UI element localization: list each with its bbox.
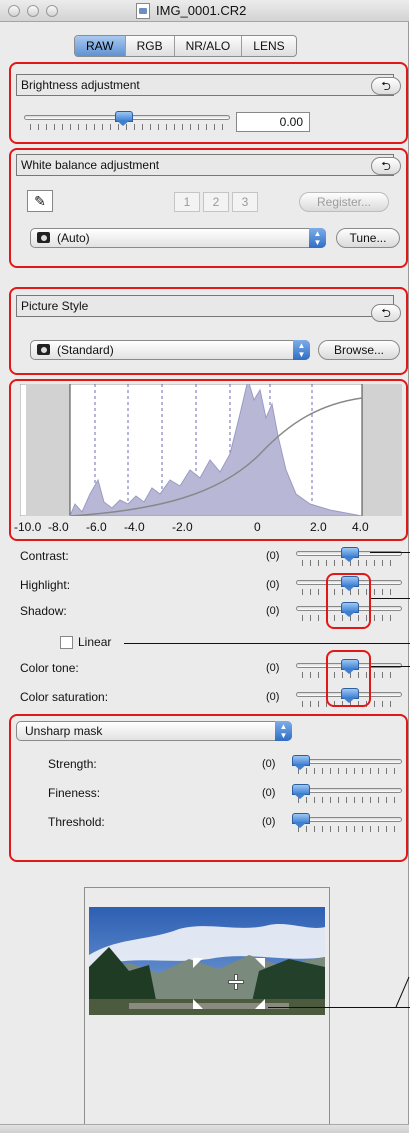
brightness-slider-thumb[interactable] bbox=[115, 111, 134, 127]
sharpness-slider-ticks bbox=[298, 768, 396, 774]
minimize-window-icon[interactable] bbox=[27, 5, 39, 17]
linear-label: Linear bbox=[78, 635, 112, 649]
x-tick-label: -6.0 bbox=[86, 520, 107, 534]
picture-style-select-value: (Standard) bbox=[57, 343, 114, 357]
sharpness-mode-select[interactable]: Unsharp mask ▲ ▼ bbox=[16, 721, 292, 741]
x-tick-label: 2.0 bbox=[310, 520, 327, 534]
sharpness-value: (0) bbox=[262, 787, 276, 799]
adjustment-label: Shadow: bbox=[20, 604, 67, 618]
callout-line bbox=[268, 1007, 410, 1008]
tab-lens[interactable]: LENS bbox=[242, 36, 295, 56]
picture-style-header: Picture Style bbox=[16, 295, 394, 317]
adjustment-value: (0) bbox=[266, 662, 280, 674]
adjustment-label: Color saturation: bbox=[20, 690, 109, 704]
color-thumbs-highlight-box bbox=[326, 650, 371, 707]
sharpness-slider-thumb[interactable] bbox=[292, 755, 310, 771]
crop-corner-icon[interactable] bbox=[193, 999, 203, 1009]
adjustment-label: Color tone: bbox=[20, 661, 79, 675]
bottom-bar bbox=[0, 1124, 409, 1133]
wb-preset-1-button[interactable]: 1 bbox=[174, 192, 200, 212]
white-balance-select-value: (Auto) bbox=[57, 231, 90, 245]
sharpness-label: Fineness: bbox=[48, 786, 101, 800]
adjustment-value: (0) bbox=[266, 691, 280, 703]
adjustment-value: (0) bbox=[266, 605, 280, 617]
eyedropper-icon[interactable]: ✎ bbox=[27, 190, 53, 212]
callout-line bbox=[370, 552, 410, 553]
brightness-header: Brightness adjustment bbox=[16, 74, 394, 96]
sharpness-mode-value: Unsharp mask bbox=[25, 724, 103, 738]
x-tick-label: 4.0 bbox=[352, 520, 369, 534]
callout-line bbox=[370, 598, 410, 599]
x-tick-label: -10.0 bbox=[14, 520, 42, 534]
x-tick-label: -4.0 bbox=[124, 520, 145, 534]
sharpness-slider-ticks bbox=[298, 797, 396, 803]
window-title: IMG_0001.CR2 bbox=[156, 3, 247, 18]
sharpness-value: (0) bbox=[262, 816, 276, 828]
picture-style-select[interactable]: (Standard) ▲ ▼ bbox=[30, 340, 310, 360]
crop-corner-icon[interactable] bbox=[255, 999, 265, 1009]
browse-button[interactable]: Browse... bbox=[318, 340, 400, 360]
picture-style-reset-button[interactable]: ⮌ bbox=[371, 304, 401, 322]
callout-line bbox=[370, 666, 410, 667]
tune-button[interactable]: Tune... bbox=[336, 228, 400, 248]
wb-preset-2-button[interactable]: 2 bbox=[203, 192, 229, 212]
adjustment-slider-thumb[interactable] bbox=[341, 547, 359, 563]
wb-preset-3-button[interactable]: 3 bbox=[232, 192, 258, 212]
adjustment-value: (0) bbox=[266, 579, 280, 591]
callout-line bbox=[124, 643, 410, 644]
tab-rgb[interactable]: RGB bbox=[126, 36, 175, 56]
brightness-reset-button[interactable]: ⮌ bbox=[371, 77, 401, 95]
linear-checkbox[interactable] bbox=[60, 636, 73, 649]
sharpness-label: Threshold: bbox=[48, 815, 105, 829]
tab-bar: RAW RGB NR/ALO LENS bbox=[74, 35, 297, 57]
tone-thumbs-highlight-box bbox=[326, 573, 371, 629]
camera-icon bbox=[37, 344, 50, 355]
register-button[interactable]: Register... bbox=[299, 192, 389, 212]
popup-arrows-icon: ▲ ▼ bbox=[293, 340, 310, 360]
white-balance-reset-button[interactable]: ⮌ bbox=[371, 157, 401, 175]
navigator-thumbnail[interactable] bbox=[89, 907, 325, 1015]
adjustment-label: Highlight: bbox=[20, 578, 71, 592]
tab-raw[interactable]: RAW bbox=[75, 36, 126, 56]
callout-line bbox=[395, 976, 410, 1008]
white-balance-header: White balance adjustment bbox=[16, 154, 394, 176]
sharpness-value: (0) bbox=[262, 758, 276, 770]
histogram-tone-curve[interactable] bbox=[20, 384, 402, 516]
x-tick-label: 0 bbox=[254, 520, 261, 534]
image-file-icon bbox=[136, 3, 150, 19]
sharpness-slider-ticks bbox=[298, 826, 396, 832]
title-bar[interactable]: IMG_0001.CR2 bbox=[0, 0, 409, 22]
x-tick-label: -2.0 bbox=[172, 520, 193, 534]
zoom-window-icon[interactable] bbox=[46, 5, 58, 17]
adjustment-label: Contrast: bbox=[20, 549, 69, 563]
crop-corner-icon[interactable] bbox=[193, 958, 203, 968]
adjustment-value: (0) bbox=[266, 550, 280, 562]
x-tick-label: -8.0 bbox=[48, 520, 69, 534]
crosshair-icon[interactable] bbox=[228, 974, 244, 990]
tab-nr-alo[interactable]: NR/ALO bbox=[175, 36, 243, 56]
sharpness-slider-thumb[interactable] bbox=[292, 813, 310, 829]
crop-corner-icon[interactable] bbox=[255, 958, 265, 968]
close-window-icon[interactable] bbox=[8, 5, 20, 17]
sharpness-slider-thumb[interactable] bbox=[292, 784, 310, 800]
popup-arrows-icon: ▲ ▼ bbox=[309, 228, 326, 248]
camera-icon bbox=[37, 232, 50, 243]
navigator-panel bbox=[84, 887, 330, 1133]
popup-arrows-icon: ▲ ▼ bbox=[275, 721, 292, 741]
white-balance-select[interactable]: (Auto) ▲ ▼ bbox=[30, 228, 326, 248]
tool-palette-window: IMG_0001.CR2 RAW RGB NR/ALO LENS Brightn… bbox=[0, 0, 410, 1133]
brightness-value-field[interactable]: 0.00 bbox=[236, 112, 310, 132]
sharpness-label: Strength: bbox=[48, 757, 97, 771]
